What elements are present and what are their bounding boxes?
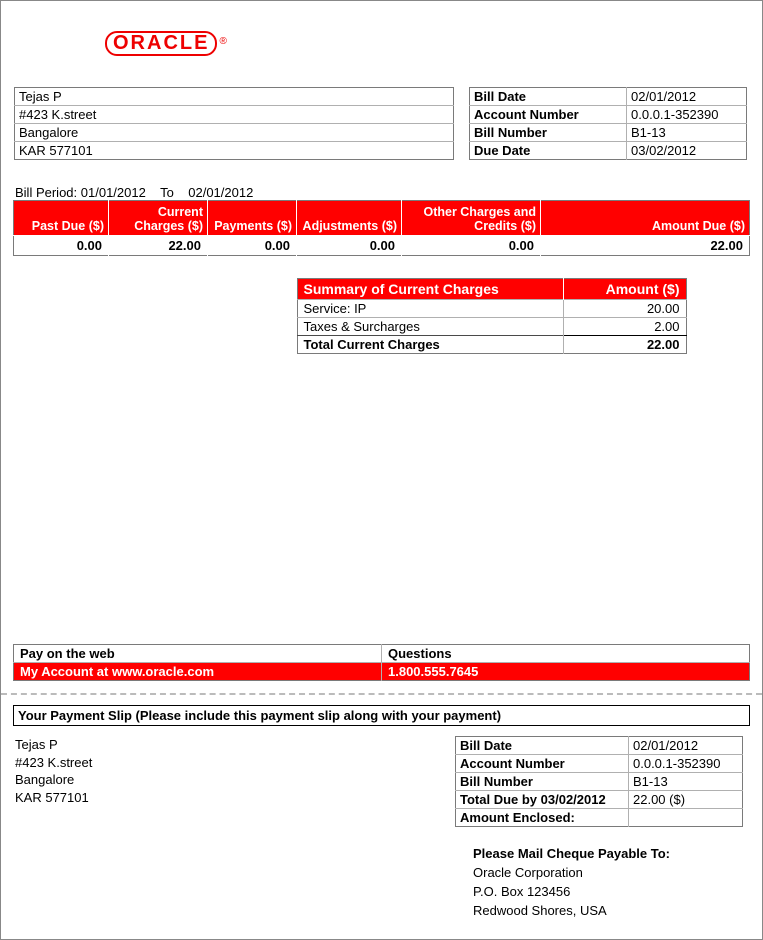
- registered-icon: ®: [219, 36, 226, 47]
- mailto-block: Please Mail Cheque Payable To: Oracle Co…: [13, 845, 750, 920]
- pay-web-label: Pay on the web: [14, 645, 382, 663]
- tear-line-icon: [1, 693, 762, 695]
- summary-total-amount: 22.00: [563, 336, 686, 354]
- summary-row: Taxes & Surcharges 2.00: [297, 318, 686, 336]
- slip-address: Tejas P #423 K.street Bangalore KAR 5771…: [13, 736, 455, 827]
- logo-row: ORACLE ®: [13, 11, 750, 86]
- col-past-due: Past Due ($): [14, 201, 109, 236]
- spacer: [13, 354, 750, 644]
- col-current: Current Charges ($): [109, 201, 208, 236]
- bill-number-label: Bill Number: [470, 124, 627, 142]
- slip-customer-street: #423 K.street: [15, 754, 455, 772]
- bill-period-to-label: To: [160, 185, 174, 200]
- col-amount-due: Amount Due ($): [541, 201, 750, 236]
- oracle-logo-text: ORACLE: [105, 31, 217, 56]
- slip-customer-name: Tejas P: [15, 736, 455, 754]
- val-current: 22.00: [109, 236, 208, 256]
- summary-row-label: Service: IP: [297, 300, 563, 318]
- due-date-value: 03/02/2012: [627, 142, 747, 160]
- slip-enclosed-value: [629, 809, 743, 827]
- payment-slip-title: Your Payment Slip (Please include this p…: [13, 705, 750, 726]
- oracle-logo-icon: ORACLE ®: [105, 31, 225, 56]
- pay-web-value: My Account at www.oracle.com: [14, 663, 382, 681]
- val-other: 0.00: [402, 236, 541, 256]
- slip-bill-number-label: Bill Number: [456, 773, 629, 791]
- questions-phone: 1.800.555.7645: [382, 663, 750, 681]
- summary-table: Summary of Current Charges Amount ($) Se…: [297, 278, 687, 354]
- slip-customer-city: Bangalore: [15, 771, 455, 789]
- val-adjustments: 0.00: [297, 236, 402, 256]
- bill-period-prefix: Bill Period:: [15, 185, 77, 200]
- header-tables: Tejas P #423 K.street Bangalore KAR 5771…: [13, 86, 750, 161]
- account-number-value: 0.0.0.1-352390: [627, 106, 747, 124]
- col-other: Other Charges and Credits ($): [402, 201, 541, 236]
- val-amount-due: 22.00: [541, 236, 750, 256]
- bill-period-to: 02/01/2012: [188, 185, 253, 200]
- col-adjustments: Adjustments ($): [297, 201, 402, 236]
- summary-row: Service: IP 20.00: [297, 300, 686, 318]
- mailto-line2: P.O. Box 123456: [473, 883, 750, 902]
- slip-bill-number-value: B1-13: [629, 773, 743, 791]
- customer-address-box: Tejas P #423 K.street Bangalore KAR 5771…: [14, 87, 454, 160]
- slip-row: Tejas P #423 K.street Bangalore KAR 5771…: [13, 736, 750, 827]
- slip-enclosed-label: Amount Enclosed:: [456, 809, 629, 827]
- col-payments: Payments ($): [208, 201, 297, 236]
- customer-city: Bangalore: [15, 124, 454, 142]
- slip-meta-box: Bill Date 02/01/2012 Account Number 0.0.…: [455, 736, 743, 827]
- customer-name: Tejas P: [15, 88, 454, 106]
- customer-region: KAR 577101: [15, 142, 454, 160]
- mailto-header: Please Mail Cheque Payable To:: [473, 845, 750, 864]
- mailto-line1: Oracle Corporation: [473, 864, 750, 883]
- slip-bill-date-value: 02/01/2012: [629, 737, 743, 755]
- bill-meta-box: Bill Date 02/01/2012 Account Number 0.0.…: [469, 87, 747, 160]
- summary-title: Summary of Current Charges: [297, 279, 563, 300]
- slip-account-number-label: Account Number: [456, 755, 629, 773]
- slip-bill-date-label: Bill Date: [456, 737, 629, 755]
- summary-row-amount: 20.00: [563, 300, 686, 318]
- summary-total-label: Total Current Charges: [297, 336, 563, 354]
- val-past-due: 0.00: [14, 236, 109, 256]
- slip-total-due-label: Total Due by 03/02/2012: [456, 791, 629, 809]
- bill-date-value: 02/01/2012: [627, 88, 747, 106]
- contact-table: Pay on the web Questions My Account at w…: [13, 644, 750, 681]
- slip-total-due-value: 22.00 ($): [629, 791, 743, 809]
- slip-customer-region: KAR 577101: [15, 789, 455, 807]
- bill-period: Bill Period: 01/01/2012 To 02/01/2012: [13, 185, 750, 200]
- customer-street: #423 K.street: [15, 106, 454, 124]
- bill-number-value: B1-13: [627, 124, 747, 142]
- invoice-page: ORACLE ® Tejas P #423 K.street Bangalore…: [0, 0, 763, 940]
- account-number-label: Account Number: [470, 106, 627, 124]
- questions-label: Questions: [382, 645, 750, 663]
- summary-row-amount: 2.00: [563, 318, 686, 336]
- due-date-label: Due Date: [470, 142, 627, 160]
- summary-row-label: Taxes & Surcharges: [297, 318, 563, 336]
- mailto-line3: Redwood Shores, USA: [473, 902, 750, 921]
- bill-period-from: 01/01/2012: [81, 185, 146, 200]
- summary-total-row: Total Current Charges 22.00: [297, 336, 686, 354]
- val-payments: 0.00: [208, 236, 297, 256]
- summary-amount-header: Amount ($): [563, 279, 686, 300]
- slip-account-number-value: 0.0.0.1-352390: [629, 755, 743, 773]
- charges-table: Past Due ($) Current Charges ($) Payment…: [13, 200, 750, 256]
- bill-date-label: Bill Date: [470, 88, 627, 106]
